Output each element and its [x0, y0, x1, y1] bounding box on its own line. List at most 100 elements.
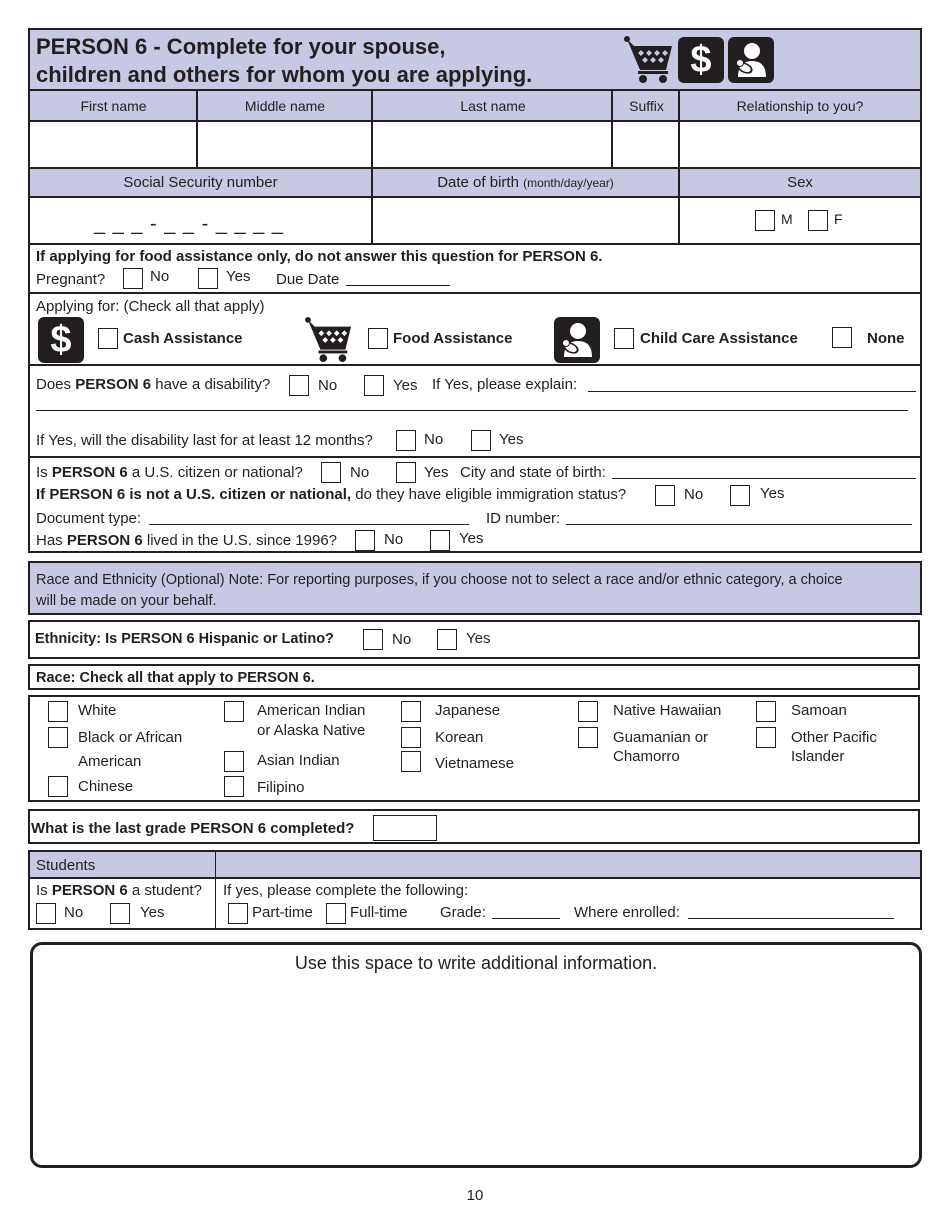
ethnicity-section: Ethnicity: Is PERSON 6 Hispanic or Latin…	[28, 620, 920, 659]
race-note-line1: Race and Ethnicity (Optional) Note: For …	[36, 572, 843, 588]
immigration-yes-checkbox[interactable]	[730, 485, 750, 506]
duration-no-label: No	[424, 431, 444, 448]
race-korean-checkbox[interactable]	[401, 727, 421, 748]
student-no-label: No	[64, 904, 84, 921]
duration-no-checkbox[interactable]	[396, 430, 416, 451]
dob-input[interactable]	[375, 199, 675, 241]
student-yes-label: Yes	[140, 904, 165, 921]
race-options: White Black or African American Chinese …	[28, 695, 920, 802]
ethnicity-no-checkbox[interactable]	[363, 629, 383, 650]
sex-label: Sex	[787, 174, 813, 191]
col-suffix: Suffix	[629, 97, 664, 114]
immigration-no-checkbox[interactable]	[655, 485, 675, 506]
race-guamanian-checkbox[interactable]	[578, 727, 598, 748]
full-time-label: Full-time	[350, 904, 408, 921]
none-label: None	[867, 330, 905, 347]
part-time-checkbox[interactable]	[228, 903, 248, 924]
dollar-icon: $	[38, 317, 84, 363]
pregnant-yes-checkbox[interactable]	[198, 268, 218, 289]
page-number: 10	[466, 1187, 484, 1204]
additional-info-label: Use this space to write additional infor…	[294, 953, 658, 973]
since-1996-no-checkbox[interactable]	[355, 530, 375, 551]
student-no-checkbox[interactable]	[36, 903, 56, 924]
birthplace-field[interactable]	[612, 478, 916, 479]
full-time-checkbox[interactable]	[326, 903, 346, 924]
race-am-indian-checkbox[interactable]	[224, 701, 244, 722]
since-1996-yes-label: Yes	[459, 530, 484, 547]
grade-input[interactable]	[373, 815, 437, 841]
suffix-input[interactable]	[615, 123, 676, 165]
race-japanese-checkbox[interactable]	[401, 701, 421, 722]
disability-explain-field[interactable]	[588, 391, 916, 392]
student-grade-field[interactable]	[492, 918, 560, 919]
id-number-field[interactable]	[566, 524, 912, 525]
food-assistance-checkbox[interactable]	[368, 328, 388, 349]
doc-type-field[interactable]	[149, 524, 469, 525]
grade-section: What is the last grade PERSON 6 complete…	[28, 809, 920, 844]
pregnant-yes-label: Yes	[226, 268, 251, 285]
sex-m-checkbox[interactable]	[755, 210, 775, 231]
since-1996-q-suffix: lived in the U.S. since 1996?	[146, 532, 338, 549]
grade-question: What is the last grade PERSON 6 complete…	[31, 820, 355, 837]
enrolled-field[interactable]	[688, 918, 894, 919]
cash-assistance-checkbox[interactable]	[98, 328, 118, 349]
due-date-label: Due Date	[276, 271, 340, 288]
col-first-name: First name	[80, 97, 147, 114]
race-other-pi-checkbox[interactable]	[756, 727, 776, 748]
disability-explain-field-line2[interactable]	[36, 410, 908, 411]
race-guamanian-label-1: Guamanian or	[613, 729, 709, 746]
disability-duration-question: If Yes, will the disability last for at …	[36, 432, 373, 449]
additional-info-input[interactable]	[43, 983, 909, 1159]
disability-section: Does PERSON 6 have a disability? No Yes …	[28, 364, 922, 458]
race-samoan-checkbox[interactable]	[756, 701, 776, 722]
last-name-input[interactable]	[375, 123, 609, 165]
none-checkbox[interactable]	[832, 327, 852, 348]
student-q-suffix: a student?	[131, 882, 202, 899]
additional-info-box[interactable]: Use this space to write additional infor…	[30, 942, 922, 1168]
child-care-assistance-checkbox[interactable]	[614, 328, 634, 349]
immigration-q-suffix: do they have eligible immigration status…	[355, 486, 627, 503]
since-1996-yes-checkbox[interactable]	[430, 530, 450, 551]
since-1996-q-bold: PERSON 6	[66, 532, 143, 549]
disability-no-checkbox[interactable]	[289, 375, 309, 396]
immigration-no-label: No	[684, 486, 704, 503]
disability-question: Does PERSON 6 have a disability?	[36, 377, 270, 392]
race-filipino-checkbox[interactable]	[224, 776, 244, 797]
pregnant-no-checkbox[interactable]	[123, 268, 143, 289]
duration-yes-label: Yes	[499, 431, 524, 448]
enrolled-label: Where enrolled:	[574, 904, 680, 921]
sex-f-label: F	[834, 211, 843, 227]
applying-for-section: Applying for: (Check all that apply) $ C…	[28, 292, 922, 366]
student-yes-checkbox[interactable]	[110, 903, 130, 924]
relationship-input[interactable]	[682, 123, 918, 165]
cash-assistance-label: Cash Assistance	[123, 330, 243, 347]
ssn-label: Social Security number	[123, 174, 278, 191]
race-hawaiian-checkbox[interactable]	[578, 701, 598, 722]
race-asian-indian-checkbox[interactable]	[224, 751, 244, 772]
race-chinese-checkbox[interactable]	[48, 776, 68, 797]
pregnant-no-label: No	[150, 268, 170, 285]
id-table: Social Security number Date of birth (mo…	[28, 167, 922, 245]
race-black-checkbox[interactable]	[48, 727, 68, 748]
sex-m-label: M	[781, 211, 793, 227]
immigration-question: If PERSON 6 is not a U.S. citizen or nat…	[36, 487, 626, 502]
first-name-input[interactable]	[32, 123, 194, 165]
student-q-bold: PERSON 6	[51, 882, 128, 899]
race-white-checkbox[interactable]	[48, 701, 68, 722]
ethnicity-yes-checkbox[interactable]	[437, 629, 457, 650]
middle-name-input[interactable]	[200, 123, 369, 165]
citizen-yes-checbox[interactable]	[396, 462, 416, 483]
ssn-field[interactable]: _ _ _ - _ _ - _ _ _ _	[94, 214, 284, 234]
race-vietnamese-checkbox[interactable]	[401, 751, 421, 772]
disability-no-label: No	[318, 377, 338, 394]
disability-yes-checkbox[interactable]	[364, 375, 384, 396]
due-date-field[interactable]	[346, 285, 450, 286]
race-other-pi-label-2: Islander	[791, 748, 845, 765]
disability-q-suffix: have a disability?	[155, 376, 271, 393]
citizen-no-checkbox[interactable]	[321, 462, 341, 483]
duration-yes-checkbox[interactable]	[471, 430, 491, 451]
race-header-label: Race: Check all that apply to PERSON 6.	[36, 670, 315, 686]
race-ethnicity-note: Race and Ethnicity (Optional) Note: For …	[28, 561, 922, 615]
sex-f-checkbox[interactable]	[808, 210, 828, 231]
citizen-q-suffix: a U.S. citizen or national?	[131, 464, 303, 481]
